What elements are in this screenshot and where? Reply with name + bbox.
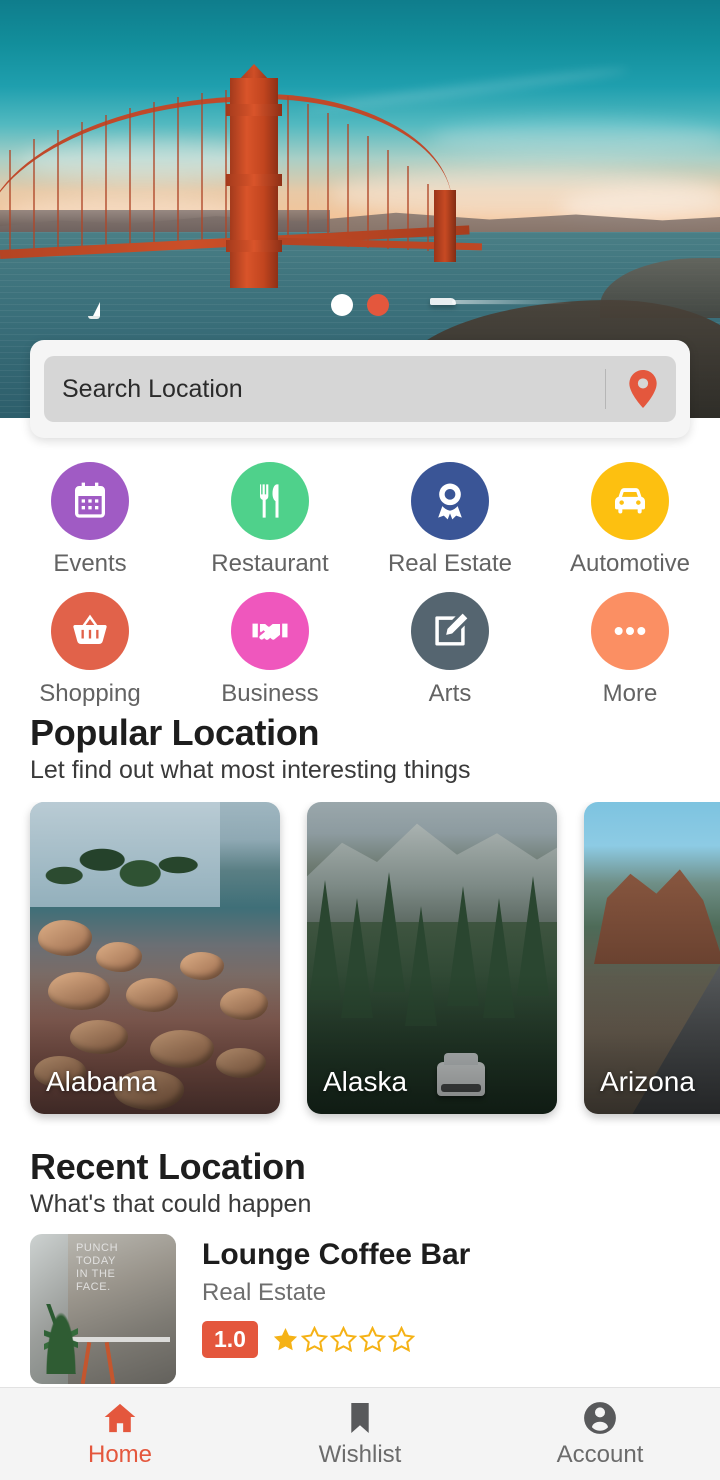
nav-label: Account: [556, 1440, 644, 1468]
star-filled-icon[interactable]: [272, 1326, 299, 1353]
category-label: Automotive: [569, 550, 691, 577]
dots-icon: [591, 592, 669, 670]
location-name: Alabama: [46, 1066, 157, 1097]
home-icon: [104, 1403, 136, 1432]
nav-label: Home: [87, 1440, 153, 1468]
location-card[interactable]: Alaska: [307, 802, 557, 1114]
recent-title: Recent Location: [30, 1146, 306, 1187]
search-divider: [605, 369, 606, 409]
car-icon: [591, 462, 669, 540]
location-card[interactable]: Arizona: [584, 802, 720, 1114]
search-card: [30, 340, 690, 438]
category-label: Shopping: [39, 680, 141, 707]
page-title: Popular Location: [30, 712, 320, 753]
star-rating[interactable]: [272, 1326, 415, 1353]
location-name: Alaska: [323, 1066, 408, 1097]
category-label: Arts: [428, 680, 472, 707]
category-label: Business: [221, 680, 319, 707]
location-card[interactable]: Alabama: [30, 802, 280, 1114]
category-label: Restaurant: [211, 550, 329, 577]
category-shopping[interactable]: Shopping: [0, 592, 180, 708]
map-pin-icon[interactable]: [628, 370, 658, 408]
search-box[interactable]: [44, 356, 676, 422]
nav-item-wishlist[interactable]: Wishlist: [240, 1388, 480, 1480]
rating-row: 1.0: [202, 1321, 690, 1358]
listing-thumbnail: PUNCH TODAY IN THE FACE.: [30, 1234, 176, 1384]
plant: [44, 1304, 78, 1374]
star-empty-icon[interactable]: [329, 1326, 357, 1353]
category-real-estate[interactable]: Real Estate: [360, 462, 540, 578]
bridge-tower-far: [434, 190, 456, 262]
nav-item-home[interactable]: Home: [0, 1388, 240, 1480]
nav-item-account[interactable]: Account: [480, 1388, 720, 1480]
bookmark-icon: [351, 1402, 369, 1433]
listing-info: Lounge Coffee Bar Real Estate 1.0: [202, 1234, 690, 1384]
category-label: More: [602, 680, 658, 707]
carousel-dots[interactable]: [0, 294, 720, 316]
handshake-icon: [231, 592, 309, 670]
calendar-icon: [51, 462, 129, 540]
category-automotive[interactable]: Automotive: [540, 462, 720, 578]
star-empty-icon[interactable]: [300, 1326, 328, 1353]
category-more[interactable]: More: [540, 592, 720, 708]
search-input[interactable]: [62, 374, 605, 404]
cutlery-icon: [231, 462, 309, 540]
listing-title: Lounge Coffee Bar: [202, 1238, 471, 1271]
category-events[interactable]: Events: [0, 462, 180, 578]
recent-subtitle: What's that could happen: [30, 1190, 312, 1218]
nav-label: Wishlist: [318, 1440, 402, 1468]
basket-icon: [51, 592, 129, 670]
wall-slogan: PUNCH TODAY IN THE FACE.: [76, 1242, 119, 1293]
popular-subtitle: Let find out what most interesting thing…: [30, 756, 471, 784]
category-arts[interactable]: Arts: [360, 592, 540, 708]
listing-category: Real Estate: [202, 1279, 327, 1306]
popular-location-header: Popular Location Let find out what most …: [0, 712, 720, 785]
category-business[interactable]: Business: [180, 592, 360, 708]
user-icon: [584, 1401, 616, 1434]
star-empty-icon[interactable]: [358, 1326, 386, 1353]
award-icon: [411, 462, 489, 540]
bridge-tower: [226, 78, 282, 288]
category-restaurant[interactable]: Restaurant: [180, 462, 360, 578]
popular-location-rail[interactable]: Alabama Alaska Arizona: [0, 802, 720, 1126]
bottom-navigation: Home Wishlist Account: [0, 1387, 720, 1480]
star-empty-icon[interactable]: [387, 1326, 415, 1353]
carousel-dot-1[interactable]: [331, 294, 353, 316]
list-item[interactable]: PUNCH TODAY IN THE FACE. Lounge Coffee Bar …: [30, 1234, 690, 1384]
carousel-dot-2[interactable]: [367, 294, 389, 316]
stool: [78, 1340, 120, 1384]
edit-icon: [411, 592, 489, 670]
category-grid: Events Restaurant Real Estate Automotive…: [0, 462, 720, 708]
status-badge: 1.0: [202, 1321, 258, 1358]
location-name: Arizona: [600, 1066, 695, 1097]
recent-location-header: Recent Location What's that could happen: [0, 1146, 720, 1219]
category-label: Events: [53, 550, 127, 577]
category-label: Real Estate: [387, 550, 513, 577]
